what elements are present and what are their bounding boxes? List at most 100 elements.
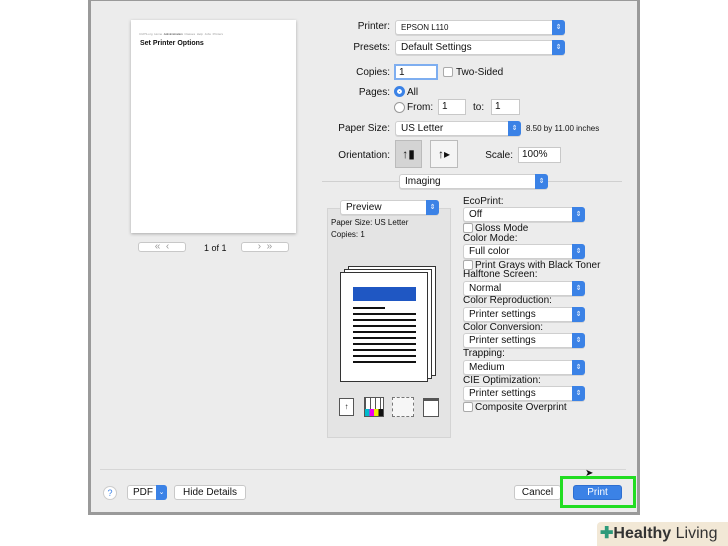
copies-label: Copies: [356,67,390,78]
print-button[interactable]: Print [573,485,622,500]
nav-item: Printers [212,32,223,36]
paper-size-value: US Letter [401,123,444,134]
color-reproduction-label: Color Reproduction: [463,295,552,306]
help-button[interactable]: ? [103,486,117,500]
landscape-orientation-button[interactable]: ↑▸ [430,140,458,168]
composite-overprint-checkbox[interactable] [463,402,473,412]
first-prev-page-buttons[interactable]: « ‹ [138,242,186,252]
printer-select[interactable]: EPSON L110 ⇕ [395,20,565,35]
two-sided-label: Two-Sided [456,67,504,78]
cancel-button[interactable]: Cancel [514,485,561,500]
cie-optimization-label: CIE Optimization: [463,375,541,386]
preview-copies: Copies: 1 [331,230,365,239]
orientation-label: Orientation: [338,150,390,161]
cie-optimization-value: Printer settings [469,388,536,399]
page-indicator: 1 of 1 [204,243,227,253]
trapping-select[interactable]: Medium ⇕ [463,360,585,375]
pages-to-label: to: [473,102,485,113]
pages-from-input[interactable]: 1 [438,99,466,115]
chevron-updown-icon: ⇕ [552,20,565,35]
halftone-select[interactable]: Normal ⇕ [463,281,585,296]
color-mode-value: Full color [469,246,510,257]
color-reproduction-value: Printer settings [469,309,536,320]
brand-text: Healthy [613,525,672,542]
paper-size-select[interactable]: US Letter ⇕ [395,121,521,136]
preview-paper-size: Paper Size: US Letter [331,218,409,227]
section-value: Imaging [405,176,441,187]
ecoprint-label: EcoPrint: [463,196,504,207]
color-reproduction-select[interactable]: Printer settings ⇕ [463,307,585,322]
scale-input[interactable]: 100% [518,147,561,163]
pdf-label: PDF [133,487,153,498]
composite-overprint-label: Composite Overprint [475,402,567,413]
orientation-preview-icon[interactable]: ↑ [339,398,354,416]
preview-title: Set Printer Options [140,40,204,47]
mouse-cursor-icon: ➤ [585,468,594,479]
ecoprint-value: Off [469,209,483,220]
printer-value: EPSON L110 [401,23,449,32]
halftone-value: Normal [469,283,502,294]
color-conversion-value: Printer settings [469,335,536,346]
color-conversion-select[interactable]: Printer settings ⇕ [463,333,585,348]
ecoprint-select[interactable]: Off ⇕ [463,207,585,222]
pages-to-input[interactable]: 1 [491,99,520,115]
section-select[interactable]: Imaging ⇕ [399,174,548,189]
presets-label: Presets: [353,42,390,53]
gloss-mode-checkbox[interactable] [463,223,473,233]
color-grid-icon[interactable] [364,397,384,417]
preview-nav: CUPS.org Home Administration Classes Hel… [139,32,223,36]
two-sided-checkbox[interactable] [443,67,453,77]
paper-size-label: Paper Size: [338,123,390,134]
paper-dimensions: 8.50 by 11.00 inches [526,124,600,133]
chevron-updown-icon: ⇕ [572,307,585,322]
scale-label: Scale: [485,150,513,161]
portrait-orientation-button[interactable]: ↑▮ [395,140,422,168]
pages-all-label: All [407,87,419,98]
healthy-living-logo: ✚Healthy Living [597,522,728,546]
chevron-updown-icon: ⇕ [572,333,585,348]
nav-item: Home [154,32,163,36]
pdf-button[interactable]: PDF ⌄ [127,485,167,500]
hide-details-button[interactable]: Hide Details [174,485,246,500]
color-conversion-label: Color Conversion: [463,322,544,333]
color-mode-select[interactable]: Full color ⇕ [463,244,585,259]
printer-label: Printer: [357,21,390,32]
chevron-updown-icon: ⇕ [552,40,565,55]
pages-from-label: From: [407,102,434,113]
presets-select[interactable]: Default Settings ⇕ [395,40,565,55]
trapping-label: Trapping: [463,348,505,359]
cie-optimization-select[interactable]: Printer settings ⇕ [463,386,585,401]
nav-item: Jobs [204,32,211,36]
trapping-value: Medium [469,362,505,373]
pages-label: Pages: [358,87,390,98]
pages-from-radio[interactable] [394,102,405,113]
next-last-page-buttons[interactable]: › » [241,242,289,252]
collate-pages-icon[interactable] [392,397,414,417]
halftone-label: Halftone Screen: [463,269,538,280]
copies-input[interactable]: 1 [394,64,438,80]
plus-leaf-icon: ✚ [600,525,614,542]
pages-all-radio[interactable] [394,86,405,97]
chevron-updown-icon: ⇕ [572,281,585,296]
preview-select-value: Preview [346,202,382,213]
nav-item: Classes [184,32,196,36]
chevron-updown-icon: ⇕ [572,207,585,222]
chevron-updown-icon: ⇕ [572,244,585,259]
stacked-pages-icon [340,266,438,382]
chevron-updown-icon: ⇕ [508,121,521,136]
presets-value: Default Settings [401,42,472,53]
chevron-down-icon: ⌄ [156,485,167,500]
nav-item: CUPS.org [139,32,153,36]
color-mode-label: Color Mode: [463,233,518,244]
chevron-updown-icon: ⇕ [572,360,585,375]
chevron-updown-icon: ⇕ [535,174,548,189]
preview-select[interactable]: Preview ⇕ [340,200,439,215]
nav-item: Administration [163,32,183,36]
chevron-updown-icon: ⇕ [572,386,585,401]
chevron-updown-icon: ⇕ [426,200,439,215]
document-settings-icon[interactable] [423,398,439,417]
page-preview: CUPS.org Home Administration Classes Hel… [131,20,296,233]
nav-item: Help [196,32,203,36]
brand-text-2: Living [675,525,718,542]
footer-divider [100,469,626,470]
